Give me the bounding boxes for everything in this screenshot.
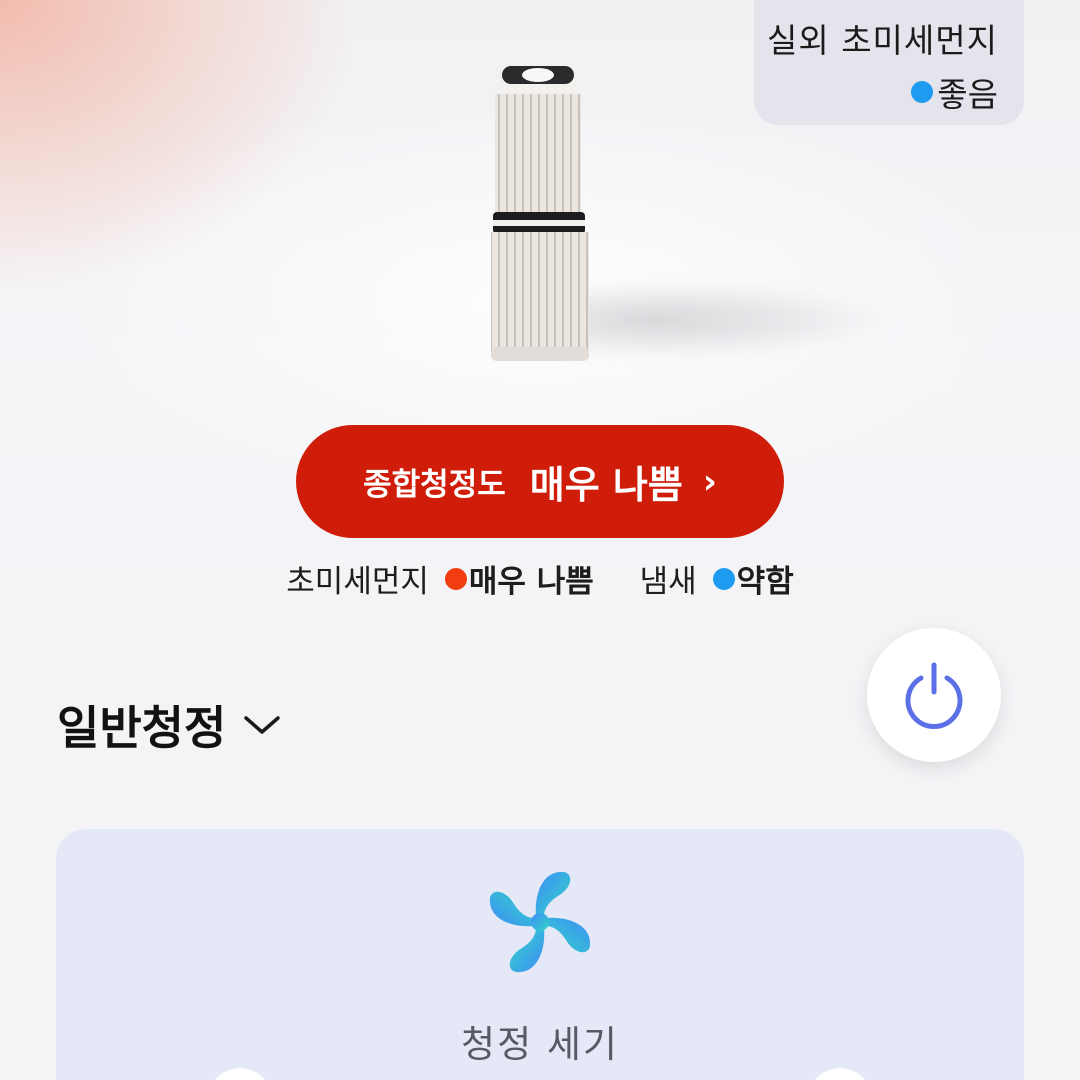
outdoor-status: 좋음 [754,68,998,116]
air-purifier-image [491,62,589,361]
power-button[interactable] [867,628,1001,762]
overall-air-quality-button[interactable]: 종합청정도 매우 나쁨 › [296,425,784,538]
mode-selector[interactable]: 일반청정 [57,692,282,758]
status-dot-icon [444,567,467,590]
outdoor-title: 실외 초미세먼지 [766,21,998,60]
cta-label: 종합청정도 [363,467,506,503]
device-shadow [560,280,890,360]
fan-intensity-label: 청정 세기 [461,1023,619,1066]
fan-icon [489,871,591,973]
chevron-down-icon [244,716,281,734]
metric-odor: 냄새 약함 [640,556,794,601]
status-dot-icon [712,567,735,590]
metric-label: 냄새 [639,564,697,600]
power-icon [905,662,963,729]
status-dot-icon [911,81,934,103]
chevron-right-icon: › [702,461,717,502]
outdoor-status-value: 좋음 [937,75,998,114]
metric-value: 매우 나쁨 [468,564,594,600]
air-metrics: 초미세먼지 매우 나쁨 냄새 약함 [0,556,1080,601]
cta-value: 매우 나쁨 [529,463,683,507]
metric-value: 약함 [736,564,794,600]
metric-fine-dust: 초미세먼지 매우 나쁨 [286,556,593,601]
metric-label: 초미세먼지 [286,564,429,600]
outdoor-air-card[interactable]: 실외 초미세먼지 좋음 [754,0,1024,125]
mode-label: 일반청정 [57,701,227,755]
